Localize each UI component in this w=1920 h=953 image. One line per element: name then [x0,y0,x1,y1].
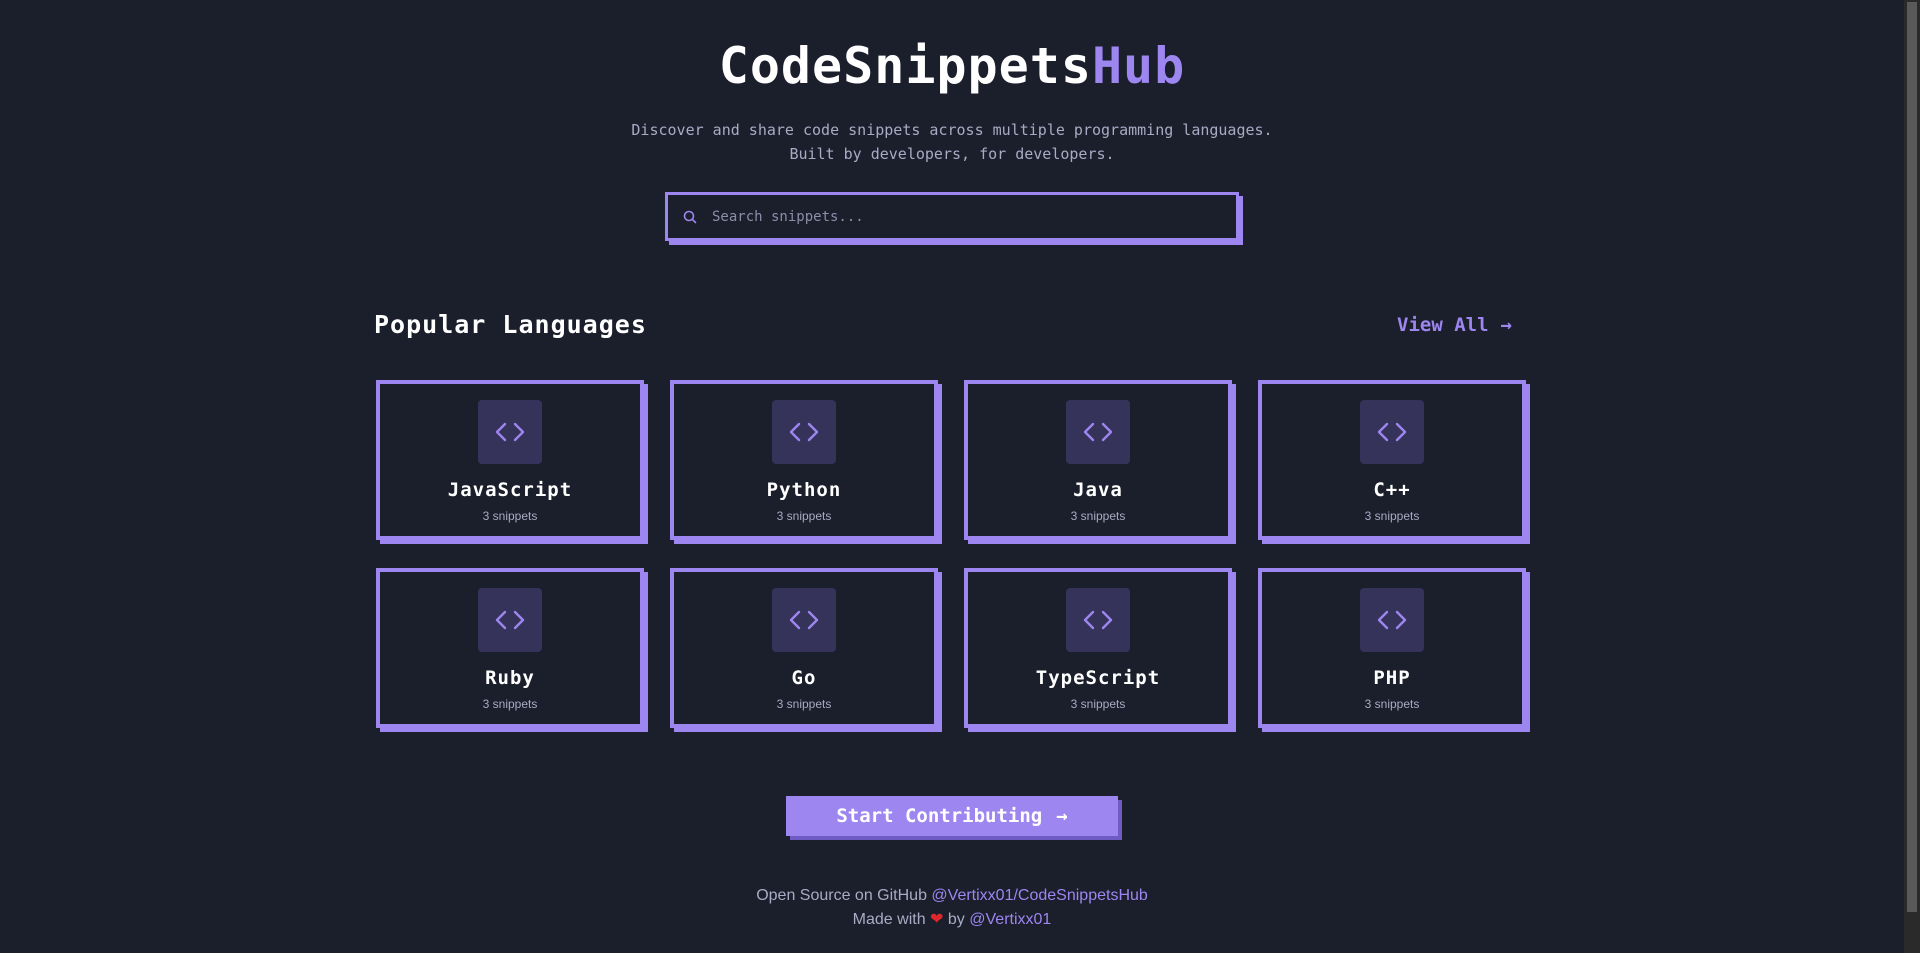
made-with-text: Made with [852,911,926,928]
by-text: by [947,911,965,928]
subtitle-line-1: Discover and share code snippets across … [631,121,1273,139]
footer-line-1: Open Source on GitHub @Vertixx01/CodeSni… [0,884,1904,908]
subtitle-line-2: Built by developers, for developers. [789,145,1115,163]
footer: Open Source on GitHub @Vertixx01/CodeSni… [0,884,1904,932]
site-title: CodeSnippetsHub [0,36,1904,96]
code-icon [1066,400,1130,464]
code-icon [478,400,542,464]
site-subtitle: Discover and share code snippets across … [0,118,1904,166]
code-icon [478,588,542,652]
site-title-accent: Hub [1091,37,1186,95]
search-icon [682,209,698,225]
language-name: TypeScript [1035,667,1161,689]
language-card[interactable]: Python 3 snippets [670,380,938,540]
snippet-count: 3 snippets [1070,697,1126,711]
language-card[interactable]: Java 3 snippets [964,380,1232,540]
language-name: Go [791,667,817,689]
language-card[interactable]: Go 3 snippets [670,568,938,728]
search-bar [665,192,1239,241]
footer-github-text: Open Source on GitHub [756,887,927,904]
scrollbar[interactable] [1904,0,1920,953]
code-icon [1360,400,1424,464]
code-icon [1360,588,1424,652]
language-card[interactable]: Ruby 3 snippets [376,568,644,728]
hero: CodeSnippetsHub Discover and share code … [0,36,1904,166]
snippet-count: 3 snippets [776,697,832,711]
languages-section-header: Popular Languages View All → [374,310,1530,344]
scrollbar-thumb[interactable] [1907,2,1917,912]
author-link[interactable]: @Vertixx01 [969,911,1051,928]
arrow-right-icon: → [1056,805,1068,827]
language-name: Java [1073,479,1123,501]
snippet-count: 3 snippets [482,697,538,711]
snippet-count: 3 snippets [1070,509,1126,523]
repo-link[interactable]: @Vertixx01/CodeSnippetsHub [931,887,1147,904]
language-name: PHP [1373,667,1411,689]
language-name: Python [766,479,842,501]
snippet-count: 3 snippets [776,509,832,523]
code-icon [1066,588,1130,652]
arrow-right-icon: → [1500,314,1512,336]
code-icon [772,588,836,652]
heart-icon: ❤ [930,911,944,928]
snippet-count: 3 snippets [1364,697,1420,711]
section-title: Popular Languages [374,310,647,339]
language-card[interactable]: JavaScript 3 snippets [376,380,644,540]
language-card[interactable]: TypeScript 3 snippets [964,568,1232,728]
view-all-link[interactable]: View All → [1397,314,1512,336]
start-contributing-button[interactable]: Start Contributing → [786,796,1118,836]
search-input[interactable] [712,196,1236,237]
page: CodeSnippetsHub Discover and share code … [0,0,1920,953]
language-name: C++ [1373,479,1411,501]
language-card[interactable]: PHP 3 snippets [1258,568,1526,728]
language-name: Ruby [485,667,535,689]
site-title-main: CodeSnippets [718,37,1092,95]
language-card[interactable]: C++ 3 snippets [1258,380,1526,540]
cta-label: Start Contributing [836,805,1043,827]
snippet-count: 3 snippets [482,509,538,523]
language-name: JavaScript [447,479,573,501]
code-icon [772,400,836,464]
snippet-count: 3 snippets [1364,509,1420,523]
footer-line-2: Made with ❤ by @Vertixx01 [0,908,1904,932]
view-all-label: View All [1397,314,1489,336]
